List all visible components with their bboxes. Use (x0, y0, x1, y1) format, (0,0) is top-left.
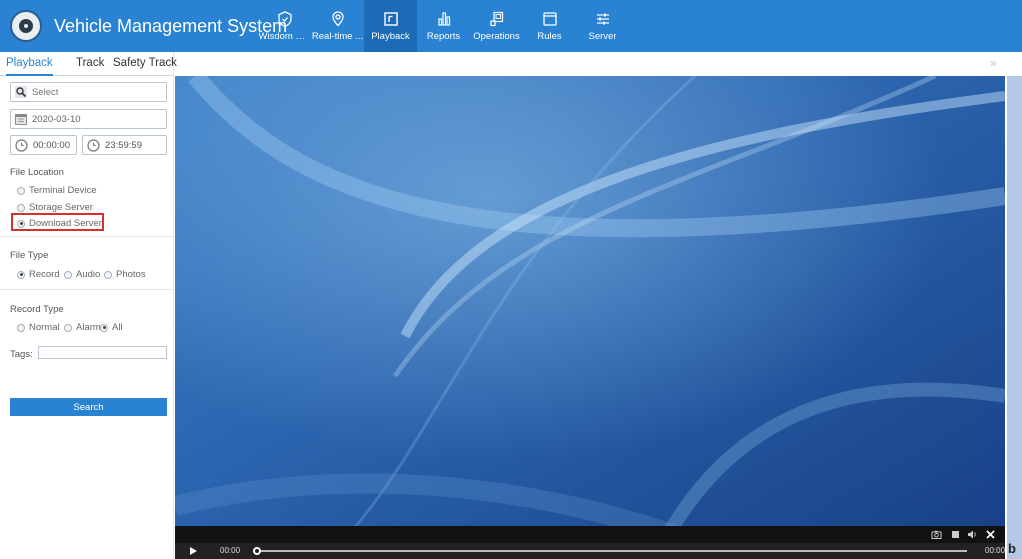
radio-audio[interactable]: Audio (64, 269, 100, 280)
side-glyph: b (1008, 541, 1016, 556)
nav-label: Playback (371, 31, 410, 42)
radio-label: Record (29, 269, 60, 280)
clock-icon (15, 138, 28, 152)
nav-rules[interactable]: Rules (523, 0, 576, 52)
collapse-panel-button[interactable]: » (990, 56, 997, 70)
radio-dot-selected (17, 270, 25, 279)
app-window: Vehicle Management System Wisdom Boa... … (0, 0, 1022, 559)
volume-icon[interactable] (967, 529, 978, 540)
nav-server[interactable]: Server (576, 0, 629, 52)
search-input[interactable] (32, 86, 152, 98)
top-nav-bar: Vehicle Management System Wisdom Boa... … (0, 0, 1022, 52)
radio-storage-server[interactable]: Storage Server (17, 202, 93, 213)
nav-label: Wisdom Boa... (258, 31, 311, 42)
video-player[interactable]: 00:00 00:00 (175, 76, 1005, 559)
main-nav: Wisdom Boa... Real-time ... Playback Rep… (258, 0, 629, 52)
nav-label: Server (588, 31, 617, 42)
panel-tabs: Playback Track Safety Track (0, 52, 177, 76)
nav-playback[interactable]: Playback (364, 0, 417, 52)
side-scrollbar[interactable]: b (1007, 76, 1022, 559)
tab-safety-track[interactable]: Safety Track (113, 57, 177, 69)
tab-track[interactable]: Track (76, 57, 104, 69)
radio-dot (17, 186, 25, 195)
nav-operations[interactable]: Operations (470, 0, 523, 52)
radio-all[interactable]: All (100, 322, 123, 333)
progress-knob[interactable] (253, 547, 261, 555)
app-title: Vehicle Management System (54, 16, 288, 36)
clock-icon (87, 138, 100, 152)
radio-label: Audio (76, 269, 101, 280)
radio-record[interactable]: Record (17, 269, 60, 280)
radio-label: Normal (29, 322, 60, 333)
radio-label: Photos (116, 269, 146, 280)
radio-dot (17, 323, 25, 332)
nav-wisdom-board[interactable]: Wisdom Boa... (258, 0, 311, 52)
sliders-icon (596, 13, 609, 25)
player-toolbar (175, 526, 1005, 543)
stop-icon[interactable] (950, 529, 961, 540)
current-time: 00:00 (220, 546, 241, 555)
file-type-label: File Type (10, 250, 49, 261)
file-location-label: File Location (10, 167, 64, 178)
start-time-value: 00:00:00 (33, 139, 70, 151)
radio-terminal-device[interactable]: Terminal Device (17, 185, 97, 196)
total-time: 00:00 (985, 546, 1005, 555)
tags-input[interactable] (38, 346, 167, 359)
location-pin-icon (331, 11, 344, 27)
radio-label: All (112, 322, 123, 333)
nav-real-time[interactable]: Real-time ... (311, 0, 364, 52)
bar-chart-icon (437, 12, 450, 26)
radio-label: Terminal Device (29, 185, 97, 196)
radio-label: Storage Server (29, 202, 93, 213)
rules-icon (542, 12, 557, 26)
date-value: 2020-03-10 (32, 113, 81, 125)
tab-playback[interactable]: Playback (6, 57, 53, 76)
nav-label: Real-time ... (311, 31, 364, 42)
record-type-label: Record Type (10, 304, 64, 315)
radio-dot (104, 270, 112, 279)
radio-normal[interactable]: Normal (17, 322, 60, 333)
shield-icon (277, 11, 292, 28)
fullscreen-icon[interactable] (985, 529, 996, 540)
radio-dot (64, 270, 72, 279)
end-time-value: 23:59:59 (105, 139, 142, 151)
tags-label: Tags: (10, 349, 33, 360)
nav-label: Operations (473, 31, 520, 42)
section-divider (0, 289, 174, 290)
nav-label: Reports (426, 31, 461, 42)
radio-dot-selected (100, 323, 108, 332)
radio-alarm[interactable]: Alarm (64, 322, 101, 333)
calendar-icon (15, 114, 27, 125)
player-timeline: 00:00 00:00 (175, 543, 1005, 559)
download-server-highlight (11, 213, 104, 231)
date-field[interactable]: 2020-03-10 (10, 109, 167, 129)
operations-icon (489, 11, 503, 27)
app-logo (10, 10, 42, 42)
camera-icon[interactable] (931, 529, 942, 540)
query-panel: Playback Track Safety Track 2020-03-10 0… (0, 52, 177, 559)
section-divider (0, 236, 174, 237)
nav-label: Rules (537, 31, 562, 42)
radio-dot (17, 203, 25, 212)
progress-track[interactable] (257, 550, 967, 552)
video-frame (175, 76, 1005, 559)
playback-icon (383, 12, 398, 26)
radio-dot (64, 323, 72, 332)
play-icon[interactable] (190, 547, 197, 555)
start-time-field[interactable]: 00:00:00 (10, 135, 77, 155)
radio-label: Alarm (76, 322, 101, 333)
vehicle-search-field[interactable] (10, 82, 167, 102)
search-icon (15, 86, 27, 98)
nav-reports[interactable]: Reports (417, 0, 470, 52)
radio-photos[interactable]: Photos (104, 269, 146, 280)
end-time-field[interactable]: 23:59:59 (82, 135, 167, 155)
search-button[interactable]: Search (10, 398, 167, 416)
